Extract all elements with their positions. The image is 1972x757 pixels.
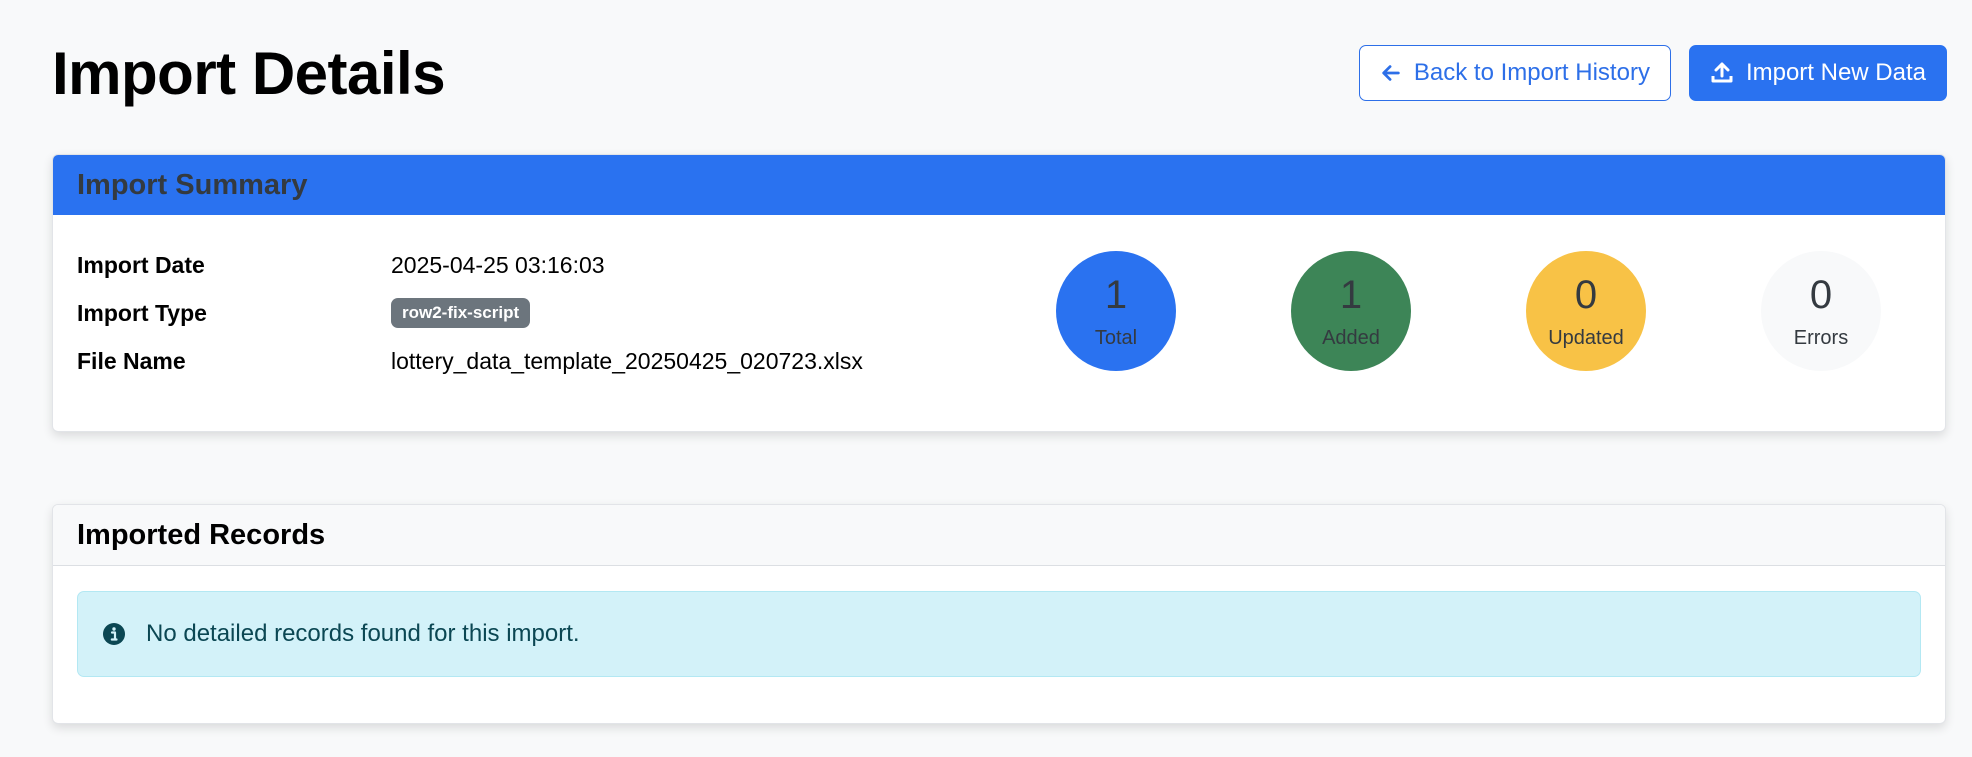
stat-errors: 0 Errors <box>1761 251 1881 371</box>
stat-added: 1 Added <box>1291 251 1411 371</box>
import-button-label: Import New Data <box>1745 59 1926 86</box>
import-new-data-button[interactable]: Import New Data <box>1688 45 1947 101</box>
stat-errors-value: 0 <box>1809 272 1833 317</box>
stat-total: 1 Total <box>1056 251 1176 371</box>
no-records-alert: No detailed records found for this impor… <box>77 591 1921 677</box>
file-name-value: lottery_data_template_20250425_020723.xl… <box>391 347 863 374</box>
arrow-left-icon <box>1382 65 1400 81</box>
page-title: Import Details <box>52 39 446 107</box>
stat-added-label: Added <box>1322 326 1380 349</box>
page-header: Import Details Back to Import History Im… <box>52 38 1947 108</box>
upload-icon <box>1711 62 1733 83</box>
file-name-label: File Name <box>77 347 186 374</box>
stat-total-value: 1 <box>1104 272 1128 317</box>
import-type-label: Import Type <box>77 299 207 326</box>
stat-updated-value: 0 <box>1574 272 1598 317</box>
import-date-row: Import Date 2025-04-25 03:16:03 <box>77 241 863 289</box>
import-date-value: 2025-04-25 03:16:03 <box>391 251 605 278</box>
import-stats: 1 Total 1 Added 0 Updated 0 Errors <box>1056 251 1881 371</box>
stat-updated: 0 Updated <box>1526 251 1646 371</box>
import-type-badge: row2-fix-script <box>391 298 531 328</box>
import-date-label: Import Date <box>77 251 205 278</box>
back-button-label: Back to Import History <box>1413 59 1650 86</box>
stat-updated-label: Updated <box>1548 326 1624 349</box>
stat-total-label: Total <box>1094 326 1138 349</box>
imported-records-card: Imported Records No detailed records fou… <box>52 504 1946 724</box>
import-summary-card: Import Summary Import Date 2025-04-25 03… <box>52 154 1946 432</box>
stat-errors-label: Errors <box>1793 326 1849 349</box>
page: Import Details Back to Import History Im… <box>0 0 1972 757</box>
import-type-row: Import Type row2-fix-script <box>77 289 863 337</box>
import-summary-header: Import Summary <box>53 155 1945 215</box>
no-records-message: No detailed records found for this impor… <box>146 620 580 647</box>
info-circle-icon <box>103 623 125 645</box>
imported-records-header: Imported Records <box>53 505 1945 566</box>
stat-added-value: 1 <box>1339 272 1363 317</box>
import-details: Import Date 2025-04-25 03:16:03 Import T… <box>77 241 863 385</box>
header-actions: Back to Import History Import New Data <box>1358 45 1947 101</box>
back-to-import-history-button[interactable]: Back to Import History <box>1358 45 1671 101</box>
file-name-row: File Name lottery_data_template_20250425… <box>77 337 863 385</box>
